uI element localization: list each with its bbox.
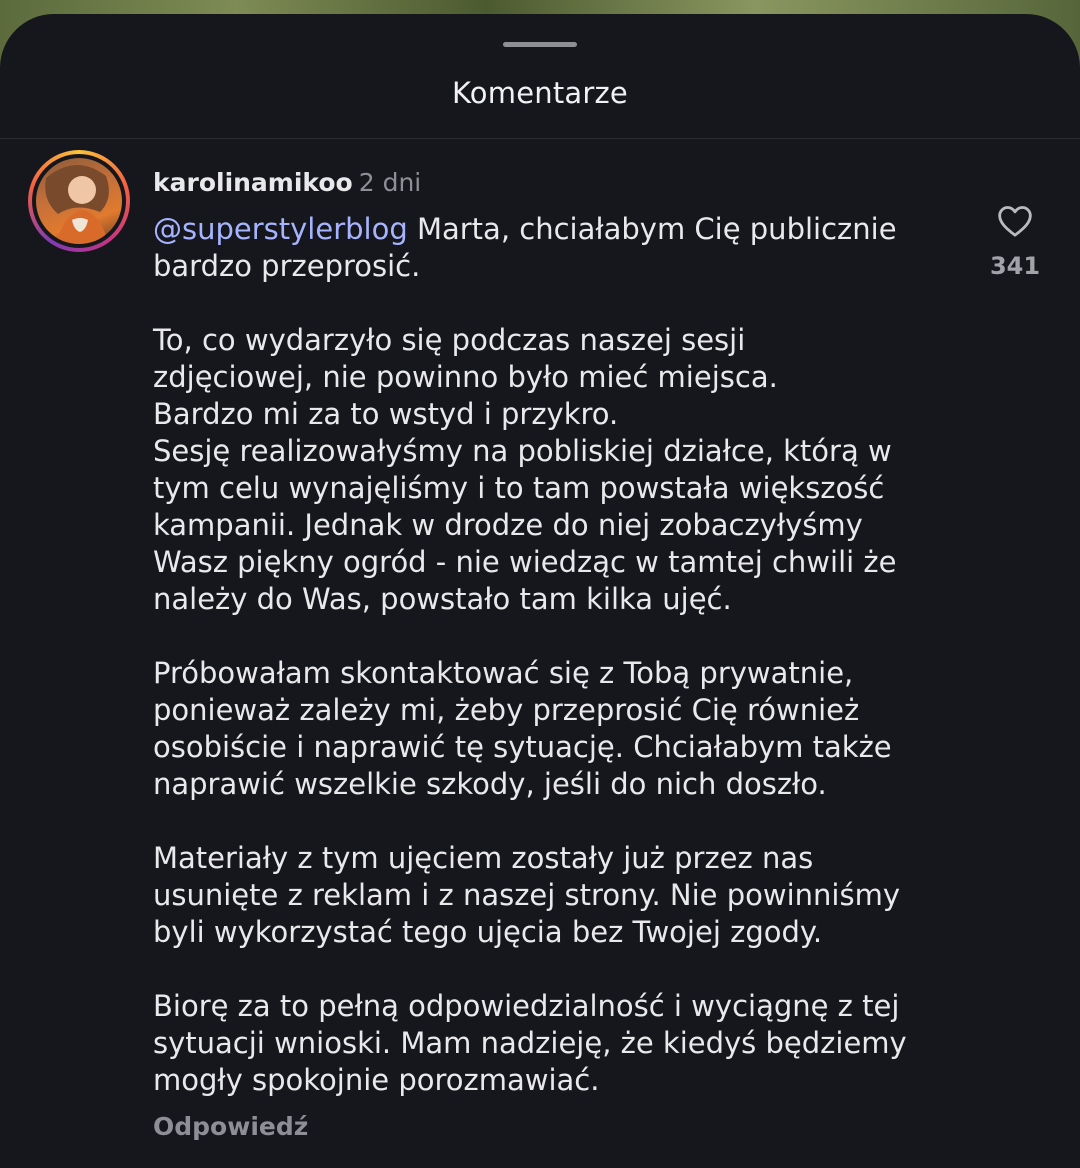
heart-outline-icon[interactable] xyxy=(995,201,1035,241)
comment-mention[interactable]: @superstylerblog xyxy=(153,212,408,246)
avatar[interactable] xyxy=(36,158,122,244)
like-count: 341 xyxy=(989,252,1041,280)
avatar-picture xyxy=(45,164,109,244)
comment-username[interactable]: karolinamikoo xyxy=(153,168,353,197)
avatar-story-ring[interactable] xyxy=(28,150,130,252)
comment-header: karolinamikoo 2 dni xyxy=(153,168,421,197)
comment-text: @superstylerblog Marta, chciałabym Cię p… xyxy=(153,211,963,1099)
comment-message: Marta, chciałabym Cię publicznie bardzo … xyxy=(153,212,907,1097)
sheet-title: Komentarze xyxy=(452,76,628,110)
drag-handle[interactable] xyxy=(503,42,577,47)
header-divider xyxy=(0,138,1080,139)
comment-time: 2 dni xyxy=(358,168,422,197)
reply-button[interactable]: Odpowiedź xyxy=(153,1112,308,1141)
